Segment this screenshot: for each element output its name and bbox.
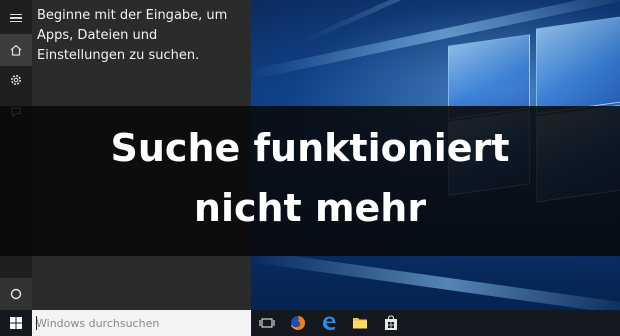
hamburger-menu-icon[interactable] [0,2,32,34]
text-cursor [36,316,37,330]
edge-icon[interactable] [316,310,342,336]
search-hint-text: Beginne mit der Eingabe, um Apps, Dateie… [37,8,228,63]
file-explorer-icon[interactable] [347,310,373,336]
home-icon[interactable] [0,34,32,66]
cortana-icon[interactable] [0,278,32,310]
overlay-banner: Suche funktioniert nicht mehr [0,106,620,256]
taskbar-search-input[interactable] [32,310,251,336]
start-icon[interactable] [0,310,32,336]
firefox-icon[interactable] [285,310,311,336]
gear-icon[interactable] [0,64,32,96]
task-view-icon[interactable] [254,310,280,336]
store-icon[interactable] [378,310,404,336]
banner-title: Suche funktioniert nicht mehr [110,126,510,230]
taskbar [0,310,620,336]
